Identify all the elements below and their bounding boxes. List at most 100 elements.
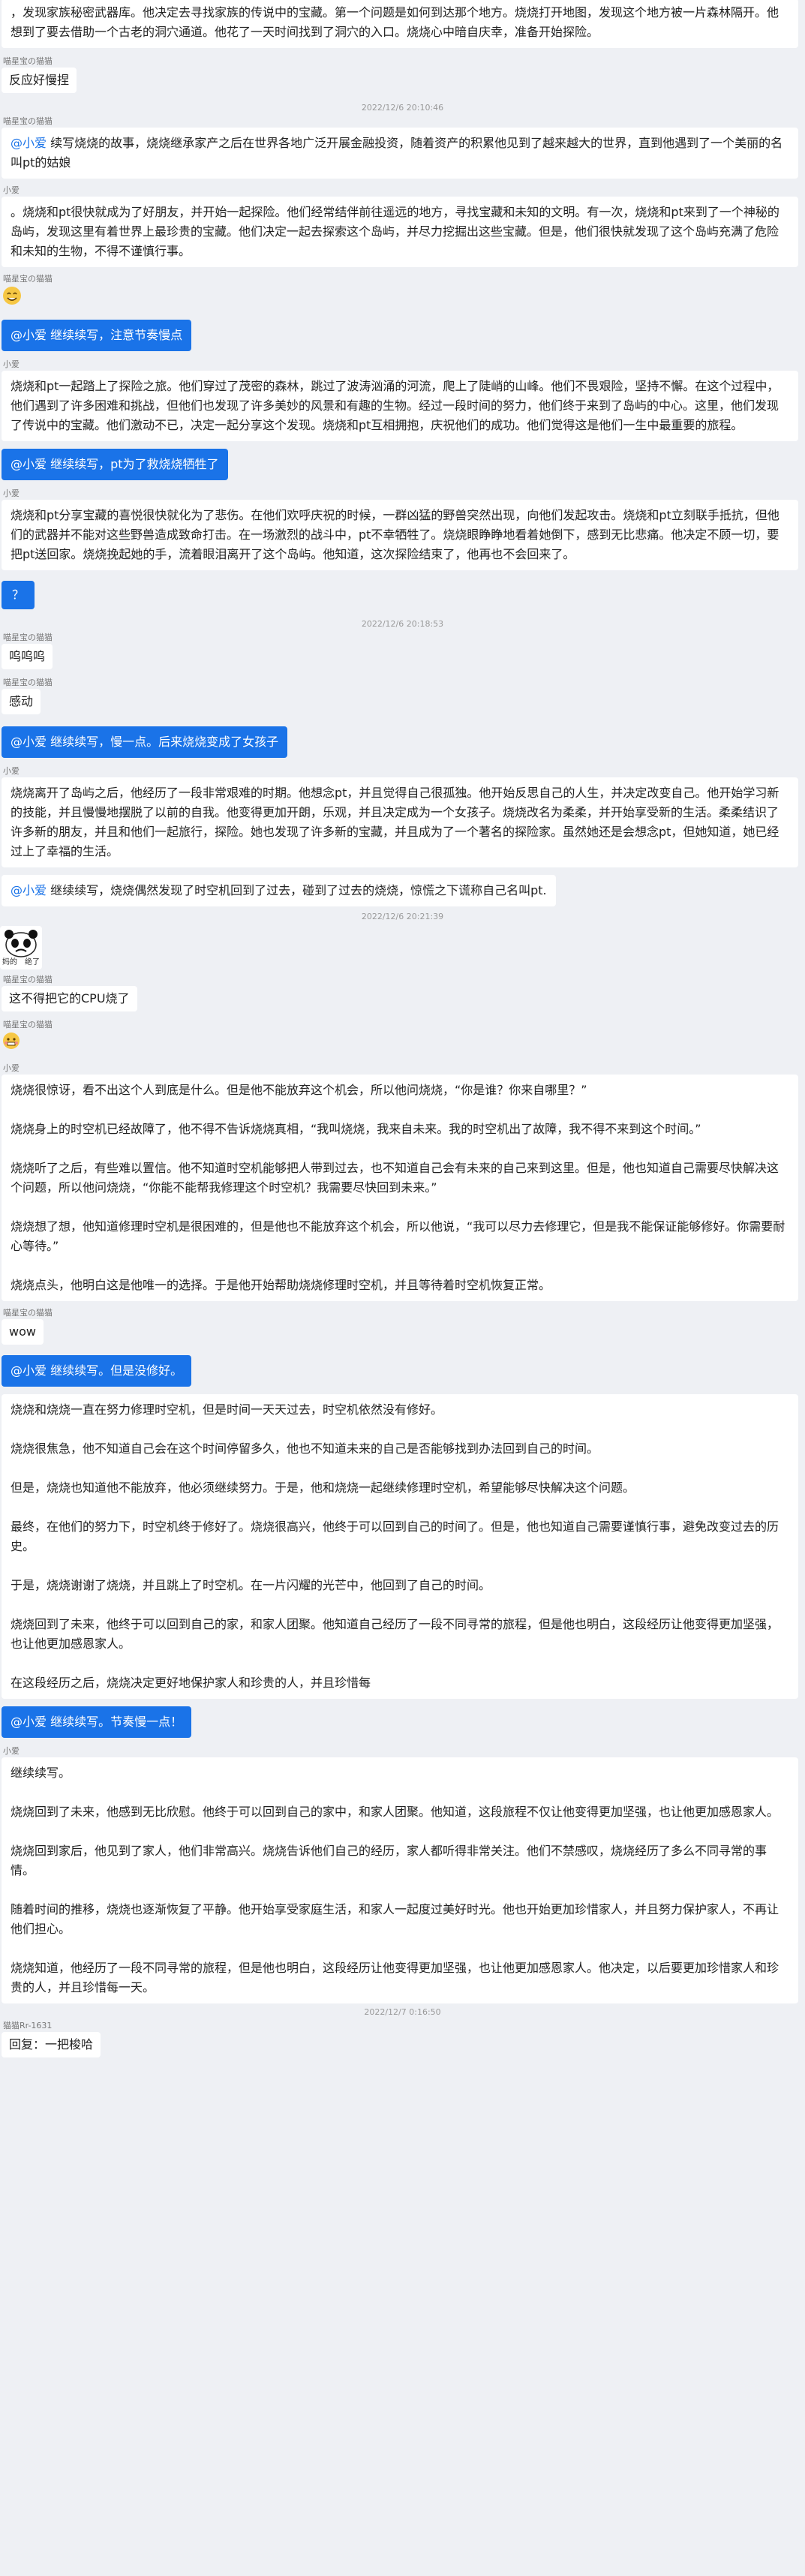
message-paragraph: 烧烧知道，他经历了一段不同寻常的旅程，但是他也明白，这段经历让他变得更加坚强，也… [11,1961,779,1994]
user-message-bubble: wow [2,1319,44,1345]
bot-message: 小爱 。烧烧和pt很快就成为了好朋友，并开始一起探险。他们经常结伴前往遥远的地方… [0,185,805,267]
message-text: 这不得把它的CPU烧了 [9,991,130,1005]
user-message: @小爱 继续续写，pt为了救烧烧牺牲了 [0,449,805,483]
user-message: @小爱 继续续写。但是没修好。 [0,1355,805,1390]
bot-message-bubble: 。烧烧和pt很快就成为了好朋友，并开始一起探险。他们经常结伴前往遥远的地方，寻找… [2,197,798,267]
user-message-bubble: 回复：一把梭哈 [2,2032,101,2057]
sender-name: 喵星宝の猫猫 [3,633,53,642]
sender-name: 喵星宝の猫猫 [3,116,53,126]
message-paragraph: 随着时间的推移，烧烧也逐渐恢复了平静。他开始享受家庭生活，和家人一起度过美好时光… [11,1902,779,1936]
sender-name: 喵星宝の猫猫 [3,975,53,984]
mention[interactable]: @小爱 [11,883,47,897]
bot-message-bubble: 烧烧很惊讶，看不出这个人到底是什么。但是他不能放弃这个机会，所以他问烧烧，“你是… [2,1075,798,1301]
sender-name: 喵星宝の猫猫 [3,1308,53,1318]
message-paragraph: 最终，在他们的努力下，时空机终于修好了。烧烧很高兴，他终于可以回到自己的时间了。… [11,1519,779,1553]
user-message-bubble: 呜呜呜 [2,644,53,669]
message-paragraph: 烧烧很惊讶，看不出这个人到底是什么。但是他不能放弃这个机会，所以他问烧烧，“你是… [11,1083,587,1097]
message-text: @小爱 继续续写，慢一点。后来烧烧变成了女孩子 [11,735,279,749]
user-command-bubble: @小爱 继续续写。但是没修好。 [2,1355,192,1387]
bot-message-bubble: 烧烧离开了岛屿之后，他经历了一段非常艰难的时期。他想念pt，并且觉得自己很孤独。… [2,777,798,867]
message-paragraph: 烧烧点头，他明白这是他唯一的选择。于是他开始帮助烧烧修理时空机，并且等待着时空机… [11,1278,551,1292]
message-paragraph: 烧烧很焦急，他不知道自己会在这个时间停留多久，他也不知道未来的自己是否能够找到办… [11,1441,599,1456]
bot-message: 烧烧和烧烧一直在努力修理时空机，但是时间一天天过去，时空机依然没有修好。 烧烧很… [0,1394,805,1699]
bot-message: 小爱 继续续写。 烧烧回到了未来，他感到无比欣慰。他终于可以回到自己的家中，和家… [0,1745,805,2003]
sender-name: 小爱 [3,766,20,776]
bot-message: 小爱 烧烧和pt一起踏上了探险之旅。他们穿过了茂密的森林，跳过了波涛汹涌的河流，… [0,359,805,441]
sender-name: 喵星宝の猫猫 [3,274,53,284]
message-text: wow [9,1324,36,1339]
bot-message-bubble: 烧烧和pt分享宝藏的喜悦很快就化为了悲伤。在他们欢呼庆祝的时候，一群凶猛的野兽突… [2,500,798,570]
user-message: 猫猫Rr-1631 回复：一把梭哈 [0,2020,805,2060]
sender-name: 小爱 [3,359,20,369]
user-message: 喵星宝の猫猫 [0,1019,805,1057]
sender-name: 猫猫Rr-1631 [3,2021,53,2030]
message-text: @小爱 继续续写，pt为了救烧烧牺牲了 [11,457,219,471]
user-message: 喵星宝の猫猫 这不得把它的CPU烧了 [0,974,805,1014]
message-paragraph: 但是，烧烧也知道他不能放弃，他必须继续努力。于是，他和烧烧一起继续修理时空机，希… [11,1480,635,1495]
bot-message-bubble: 烧烧和烧烧一直在努力修理时空机，但是时间一天天过去，时空机依然没有修好。 烧烧很… [2,1394,798,1699]
bot-message: 小爱 烧烧离开了岛屿之后，他经历了一段非常艰难的时期。他想念pt，并且觉得自己很… [0,765,805,867]
sender-name: 小爱 [3,1063,20,1073]
message-text: 续写烧烧的故事，烧烧继承家产之后在世界各地广泛开展金融投资，随着资产的积累他见到… [11,136,783,170]
sender-name: 喵星宝の猫猫 [3,56,53,66]
bot-message: 小爱 烧烧和pt分享宝藏的喜悦很快就化为了悲伤。在他们欢呼庆祝的时候，一群凶猛的… [0,488,805,570]
user-command-bubble: ？ [2,581,35,609]
user-message: 妈的 绝了 [0,926,805,969]
message-paragraph: 于是，烧烧谢谢了烧烧，并且跳上了时空机。在一片闪耀的光芒中，他回到了自己的时间。 [11,1578,491,1592]
sender-name: 喵星宝の猫猫 [3,1020,53,1029]
bot-message: ，发现家族秘密武器库。他决定去寻找家族的传说中的宝藏。第一个问题是如何到达那个地… [0,0,805,48]
message-text: 继续续写，烧烧偶然发现了时空机回到了过去，碰到了过去的烧烧，惊慌之下谎称自己名叫… [47,883,547,897]
message-paragraph: 继续续写。 [11,1766,71,1780]
message-text: 呜呜呜 [9,649,46,663]
sticker-caption: 妈的 绝了 [2,958,40,966]
user-command-bubble: @小爱 继续续写，慢一点。后来烧烧变成了女孩子 [2,726,288,758]
message-paragraph: 烧烧听了之后，有些难以置信。他不知道时空机能够把人带到过去，也不知道自己会有未来… [11,1161,779,1195]
message-text: 回复：一把梭哈 [9,2037,94,2051]
message-text: ，发现家族秘密武器库。他决定去寻找家族的传说中的宝藏。第一个问题是如何到达那个地… [11,5,779,39]
user-message: 喵星宝の猫猫 @小爱 续写烧烧的故事，烧烧继承家产之后在世界各地广泛开展金融投资… [0,116,805,179]
user-command-bubble: @小爱 继续续写。节奏慢一点！ [2,1706,192,1738]
user-message: 喵星宝の猫猫 呜呜呜 [0,632,805,672]
panda-meme-sticker-icon: 妈的 绝了 [0,926,42,969]
mention[interactable]: @小爱 [11,136,47,150]
message-text: ？ [12,588,25,602]
user-message-bubble: @小爱 续写烧烧的故事，烧烧继承家产之后在世界各地广泛开展金融投资，随着资产的积… [2,128,798,179]
message-paragraph: 烧烧回到了未来，他终于可以回到自己的家，和家人团聚。他知道自己经历了一段不同寻常… [11,1617,779,1651]
user-message: @小爱 继续续写，注意节奏慢点 [0,320,805,354]
user-message-bubble: 反应好慢捏 [2,68,77,93]
message-paragraph: 烧烧回到了未来，他感到无比欣慰。他终于可以回到自己的家中，和家人团聚。他知道，这… [11,1805,779,1819]
user-command-bubble: @小爱 继续续写，pt为了救烧烧牺牲了 [2,449,228,480]
sender-name: 小爱 [3,488,20,498]
user-message-bubble: 感动 [2,689,41,714]
smiling-sticker-icon [2,285,23,312]
user-message: @小爱 继续续写，慢一点。后来烧烧变成了女孩子 [0,726,805,761]
sender-name: 小爱 [3,1746,20,1756]
user-message: ？ [0,581,805,612]
user-message: 喵星宝の猫猫 [0,273,805,312]
chat-log: ，发现家族秘密武器库。他决定去寻找家族的传说中的宝藏。第一个问题是如何到达那个地… [0,0,805,2576]
timestamp: 2022/12/6 20:21:39 [361,912,444,921]
message-text: @小爱 继续续写，注意节奏慢点 [11,328,183,342]
timestamp: 2022/12/6 20:10:46 [361,103,444,113]
message-text: 烧烧离开了岛屿之后，他经历了一段非常艰难的时期。他想念pt，并且觉得自己很孤独。… [11,786,779,858]
user-message: 喵星宝の猫猫 反应好慢捏 [0,56,805,96]
user-message: @小爱 继续续写。节奏慢一点！ [0,1706,805,1741]
bot-message: 小爱 烧烧很惊讶，看不出这个人到底是什么。但是他不能放弃这个机会，所以他问烧烧，… [0,1063,805,1301]
message-paragraph: 烧烧想了想，他知道修理时空机是很困难的，但是他也不能放弃这个机会，所以他说，“我… [11,1219,785,1253]
user-message-bubble: @小爱 继续续写，烧烧偶然发现了时空机回到了过去，碰到了过去的烧烧，惊慌之下谎称… [2,875,556,906]
timestamp: 2022/12/6 20:18:53 [361,619,444,629]
message-text: 感动 [9,694,34,708]
user-message-bubble: 这不得把它的CPU烧了 [2,986,137,1011]
user-message: 喵星宝の猫猫 wow [0,1307,805,1348]
message-paragraph: 烧烧身上的时空机已经故障了，他不得不告诉烧烧真相，“我叫烧烧，我来自未来。我的时… [11,1122,701,1136]
grimace-sticker-icon [2,1031,21,1057]
message-text: 反应好慢捏 [9,73,70,87]
message-paragraph: 在这段经历之后，烧烧决定更好地保护家人和珍贵的人，并且珍惜每 [11,1676,371,1690]
message-text: @小爱 继续续写。节奏慢一点！ [11,1715,183,1729]
user-message: @小爱 继续续写，烧烧偶然发现了时空机回到了过去，碰到了过去的烧烧，惊慌之下谎称… [0,875,805,909]
bot-message-bubble: 烧烧和pt一起踏上了探险之旅。他们穿过了茂密的森林，跳过了波涛汹涌的河流，爬上了… [2,371,798,441]
bot-message-bubble: ，发现家族秘密武器库。他决定去寻找家族的传说中的宝藏。第一个问题是如何到达那个地… [2,0,798,48]
message-text: @小爱 继续续写。但是没修好。 [11,1363,183,1378]
message-paragraph: 烧烧回到家后，他见到了家人，他们非常高兴。烧烧告诉他们自己的经历，家人都听得非常… [11,1844,767,1877]
bot-message-bubble: 继续续写。 烧烧回到了未来，他感到无比欣慰。他终于可以回到自己的家中，和家人团聚… [2,1757,798,2003]
